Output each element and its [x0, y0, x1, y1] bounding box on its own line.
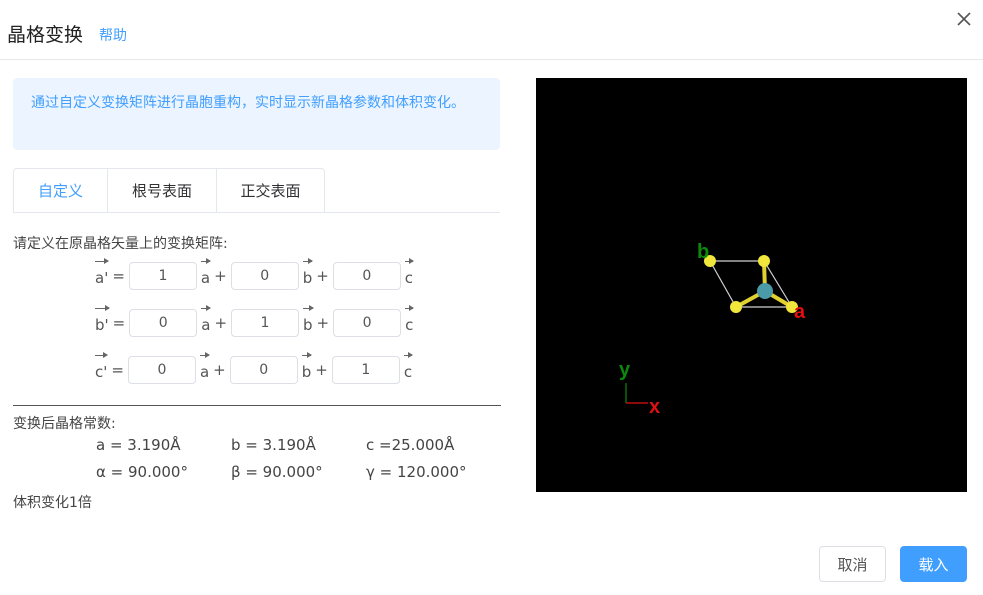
matrix-row-a: a' = a + b + c: [95, 258, 415, 290]
metal-atom: [757, 283, 773, 299]
matrix-cell-b-c[interactable]: [333, 309, 402, 337]
axis-label-x: x: [649, 396, 660, 418]
matrix-cell-a-c[interactable]: [332, 262, 401, 290]
basis-b: b: [301, 352, 312, 381]
lattice-alpha: α = 90.000°: [96, 463, 188, 481]
matrix-cell-c-b[interactable]: [229, 356, 298, 384]
structure-canvas: b a y x: [619, 241, 806, 418]
lattice-a: a = 3.190Å: [96, 436, 181, 454]
plus-sign: +: [316, 314, 330, 332]
lattice-b: b = 3.190Å: [231, 436, 316, 454]
plus-sign: +: [315, 361, 328, 379]
cancel-button[interactable]: 取消: [819, 546, 886, 582]
dialog-header: 晶格变换 帮助: [0, 0, 983, 60]
axis-label-y: y: [619, 359, 631, 381]
basis-c: c: [403, 352, 414, 381]
vector-c-prime: c': [95, 352, 109, 381]
equals-sign: =: [112, 267, 125, 285]
matrix-cell-a-a[interactable]: [128, 262, 197, 290]
axis-label-b: b: [697, 241, 709, 263]
matrix-row-c: c' = a + b + c: [95, 352, 414, 384]
vector-b-prime: b': [95, 305, 110, 334]
equals-sign: =: [112, 314, 126, 332]
tabs-divider: [13, 212, 500, 213]
basis-a: a: [201, 305, 212, 334]
basis-a: a: [200, 258, 212, 287]
basis-b: b: [303, 305, 314, 334]
matrix-cell-c-a[interactable]: [127, 356, 196, 384]
tab-orthogonal-surface[interactable]: 正交表面: [216, 168, 325, 213]
equals-sign: =: [111, 361, 124, 379]
matrix-cell-b-b[interactable]: [231, 309, 300, 337]
tab-root-surface[interactable]: 根号表面: [107, 168, 216, 213]
matrix-cell-c-c[interactable]: [331, 356, 400, 384]
sulfur-atom: [730, 301, 742, 313]
vector-a-prime: a': [95, 258, 110, 287]
volume-change: 体积变化1倍: [13, 495, 92, 511]
lattice-c: c =25.000Å: [366, 436, 455, 454]
load-button[interactable]: 载入: [900, 546, 967, 582]
section-divider: [13, 405, 501, 406]
basis-b: b: [302, 258, 313, 287]
sulfur-atom: [758, 255, 770, 267]
lattice-gamma: γ = 120.000°: [366, 463, 467, 481]
dialog-title: 晶格变换: [7, 24, 84, 46]
plus-sign: +: [316, 267, 329, 285]
matrix-cell-a-b[interactable]: [230, 262, 299, 290]
matrix-cell-b-a[interactable]: [129, 309, 198, 337]
plus-sign: +: [214, 267, 227, 285]
close-icon[interactable]: [953, 8, 975, 30]
basis-c: c: [405, 305, 415, 334]
matrix-label: 请定义在原晶格矢量上的变换矩阵:: [13, 236, 228, 252]
axis-label-a: a: [794, 301, 806, 323]
plus-sign: +: [213, 361, 226, 379]
help-link[interactable]: 帮助: [99, 25, 127, 45]
matrix-row-b: b' = a + b + c: [95, 305, 415, 337]
plus-sign: +: [214, 314, 228, 332]
basis-a: a: [199, 352, 211, 381]
tab-custom[interactable]: 自定义: [13, 168, 107, 213]
transform-tabs: 自定义 根号表面 正交表面: [13, 168, 325, 213]
structure-viewer[interactable]: b a y x: [536, 78, 967, 492]
lattice-beta: β = 90.000°: [231, 463, 323, 481]
info-tip: 通过自定义变换矩阵进行晶胞重构，实时显示新晶格参数和体积变化。: [13, 78, 500, 150]
lattice-constants-label: 变换后晶格常数:: [13, 416, 116, 432]
basis-c: c: [404, 258, 415, 287]
